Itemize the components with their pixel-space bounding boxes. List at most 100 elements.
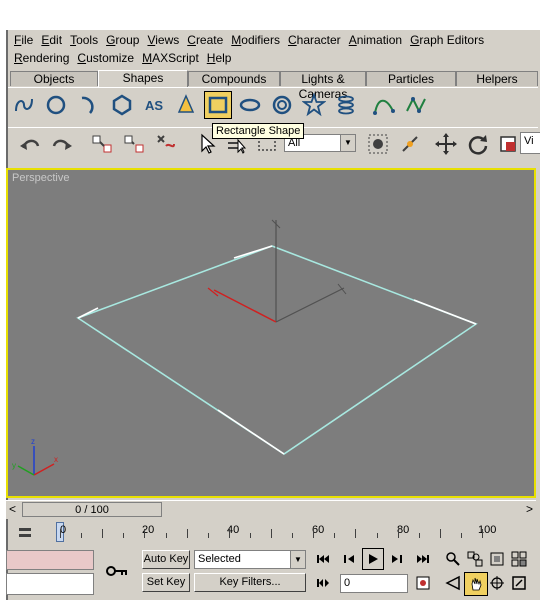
star-icon[interactable] [300, 91, 328, 119]
track-tick [271, 529, 272, 538]
menu-rendering[interactable]: Rendering [10, 49, 73, 67]
tripod-z-label: z [31, 437, 35, 446]
perspective-viewport[interactable]: Perspective z x y [6, 168, 536, 498]
link-icon[interactable] [88, 130, 116, 158]
mini-curve-editor-icon[interactable] [14, 522, 36, 544]
bind-space-warp-icon[interactable] [152, 130, 180, 158]
track-tick [186, 529, 188, 538]
tab-lights-cameras[interactable]: Lights & Cameras [280, 71, 366, 101]
track-tick [144, 529, 146, 538]
track-tick [292, 533, 294, 538]
line-icon[interactable] [10, 91, 38, 119]
chevron-down-icon[interactable]: ▼ [340, 135, 355, 151]
select-and-link-icon[interactable] [396, 130, 424, 158]
track-tick [102, 529, 104, 538]
key-mode-toggle-icon[interactable] [312, 572, 334, 594]
redo-icon[interactable] [48, 130, 76, 158]
spline-icon-2[interactable] [402, 91, 430, 119]
ellipse-icon[interactable] [236, 91, 264, 119]
tab-particles[interactable]: Particles [366, 71, 456, 86]
cone-icon[interactable] [172, 91, 200, 119]
menu-character[interactable]: Character [284, 31, 345, 49]
track-tick [165, 533, 167, 538]
track-tick [313, 529, 315, 538]
helix-icon[interactable] [332, 91, 360, 119]
gizmo-y-axis [275, 287, 345, 323]
track-tick [123, 533, 125, 538]
menu-file[interactable]: File [10, 31, 37, 49]
menu-edit[interactable]: Edit [37, 31, 66, 49]
status-line-bottom[interactable] [6, 573, 94, 595]
menu-maxscript[interactable]: MAXScript [138, 49, 203, 67]
unlink-icon[interactable] [120, 130, 148, 158]
rectangle-shape [76, 245, 478, 455]
set-key-button[interactable]: Set Key [142, 573, 190, 592]
orbit-icon[interactable] [486, 572, 508, 594]
donut-icon[interactable] [268, 91, 296, 119]
key-icon[interactable] [102, 556, 132, 586]
track-tick [376, 533, 378, 538]
field-of-view-icon[interactable] [442, 572, 464, 594]
track-bar[interactable]: 0 20 40 60 80 100 [6, 520, 536, 546]
zoom-all-icon[interactable] [464, 548, 486, 570]
track-tick [460, 533, 462, 538]
tab-objects[interactable]: Objects [10, 71, 98, 86]
menu-help[interactable]: Help [203, 49, 236, 67]
menu-modifiers[interactable]: Modifiers [227, 31, 284, 49]
zoom-extents-all-icon[interactable] [508, 548, 530, 570]
menu-create[interactable]: Create [183, 31, 227, 49]
menu-tools[interactable]: Tools [66, 31, 102, 49]
track-tick [482, 529, 483, 538]
move-icon[interactable] [432, 130, 460, 158]
zoom-icon[interactable] [442, 548, 464, 570]
time-slider-prev[interactable]: < [9, 502, 16, 516]
track-ruler[interactable]: 0 20 40 60 80 100 [52, 520, 536, 546]
pan-hand-icon[interactable] [464, 572, 488, 596]
play-icon[interactable] [362, 548, 384, 570]
arc-icon[interactable] [74, 91, 102, 119]
tab-helpers[interactable]: Helpers [456, 71, 538, 86]
next-frame-icon[interactable] [386, 548, 408, 570]
current-frame-field[interactable]: 0 [340, 574, 408, 593]
menu-graph-editors[interactable]: Graph Editors [406, 31, 488, 49]
track-label-100: 100 [478, 524, 497, 536]
zoom-extents-icon[interactable] [486, 548, 508, 570]
track-tick [249, 533, 251, 538]
menu-animation[interactable]: Animation [345, 31, 406, 49]
key-filters-button[interactable]: Key Filters... [194, 573, 306, 592]
time-slider-next[interactable]: > [526, 502, 533, 516]
rectangle-edge-highlight [217, 409, 285, 455]
menu-views[interactable]: Views [143, 31, 183, 49]
tripod-y-axis [17, 465, 35, 476]
tab-shapes[interactable]: Shapes [98, 70, 188, 87]
rectangle-icon[interactable] [204, 91, 232, 119]
go-to-start-icon[interactable] [312, 548, 334, 570]
ngon-icon[interactable] [108, 91, 136, 119]
undo-icon[interactable] [16, 130, 44, 158]
svg-text:AS: AS [145, 98, 163, 113]
chevron-down-icon[interactable]: ▼ [290, 551, 305, 568]
select-object-icon[interactable] [364, 130, 392, 158]
auto-key-button[interactable]: Auto Key [142, 550, 190, 569]
go-to-end-icon[interactable] [412, 548, 434, 570]
reference-coord-field[interactable]: Vi [520, 132, 540, 154]
text-icon[interactable]: AS [140, 91, 168, 119]
previous-frame-icon[interactable] [338, 548, 360, 570]
track-tick [207, 533, 209, 538]
maximize-viewport-icon[interactable] [508, 572, 530, 594]
rotate-icon[interactable] [464, 130, 492, 158]
key-selection-value: Selected [198, 553, 241, 565]
time-configuration-icon[interactable] [412, 572, 434, 594]
spline-icon-1[interactable] [370, 91, 398, 119]
key-selection-dropdown[interactable]: Selected ▼ [194, 550, 306, 569]
scale-icon[interactable] [494, 130, 522, 158]
max-window: File Edit Tools Group Views Create Modif… [6, 30, 540, 600]
menu-group[interactable]: Group [102, 31, 143, 49]
tab-compounds[interactable]: Compounds [188, 71, 280, 86]
menu-customize[interactable]: Customize [73, 49, 138, 67]
track-tick [439, 529, 441, 538]
menu-row-2: Rendering Customize MAXScript Help [10, 49, 235, 67]
track-tick [60, 529, 61, 538]
circle-icon[interactable] [42, 91, 70, 119]
time-slider-thumb[interactable]: 0 / 100 [22, 502, 162, 517]
